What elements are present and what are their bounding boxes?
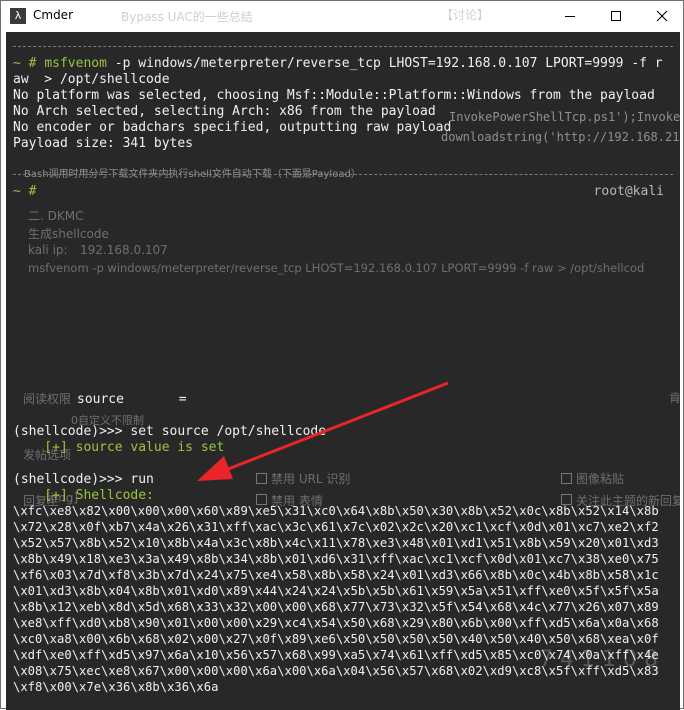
cmder-window: λ Cmder Bypass UAC的一些总结 【讨论】 InvokePower… <box>0 0 684 710</box>
red-arrow-annotation <box>197 381 449 481</box>
